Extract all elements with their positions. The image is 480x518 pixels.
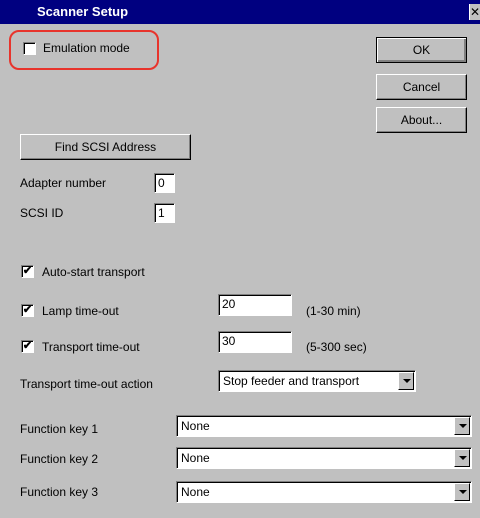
window-title: Scanner Setup [37, 4, 129, 19]
adapter-number-input[interactable]: 0 [154, 173, 175, 193]
transport-time-out-action-label: Transport time-out action [20, 377, 153, 391]
adapter-number-label: Adapter number [20, 176, 107, 190]
transport-time-out-checkbox[interactable]: ✔ [21, 340, 34, 353]
auto-start-transport-checkbox[interactable]: ✔ [21, 265, 34, 278]
function-key-3-value: None [181, 485, 210, 499]
transport-time-out-label: Transport time-out [42, 340, 140, 354]
transport-time-out-input[interactable]: 30 [218, 331, 292, 353]
lamp-time-out-input[interactable]: 20 [218, 294, 292, 316]
function-key-1-value: None [181, 419, 210, 433]
emulation-mode-checkbox[interactable] [23, 42, 36, 55]
close-icon[interactable]: ✕ [469, 4, 480, 20]
lamp-time-out-checkbox[interactable]: ✔ [21, 304, 34, 317]
function-key-1-label: Function key 1 [20, 422, 99, 436]
function-key-2-label: Function key 2 [20, 452, 99, 466]
cancel-button[interactable]: Cancel [376, 74, 467, 100]
ok-button[interactable]: OK [376, 37, 467, 63]
lamp-time-out-range: (1-30 min) [306, 304, 361, 318]
emulation-mode-label: Emulation mode [43, 41, 130, 55]
transport-time-out-action-select[interactable]: Stop feeder and transport [218, 370, 416, 392]
auto-start-transport-label: Auto-start transport [42, 265, 145, 279]
emulation-mode-text: Emulation mode [43, 41, 130, 55]
function-key-2-select[interactable]: None [176, 447, 472, 469]
find-scsi-address-button[interactable]: Find SCSI Address [20, 134, 191, 160]
function-key-2-value: None [181, 451, 210, 465]
function-key-3-select[interactable]: None [176, 481, 472, 503]
function-key-1-select[interactable]: None [176, 415, 472, 437]
scsi-id-input[interactable]: 1 [154, 203, 175, 223]
chevron-down-icon[interactable] [454, 417, 470, 435]
lamp-time-out-label: Lamp time-out [42, 304, 119, 318]
chevron-down-icon[interactable] [398, 372, 414, 390]
transport-time-out-action-value: Stop feeder and transport [223, 374, 360, 388]
title-bar: Scanner Setup ✕ [0, 0, 480, 24]
transport-time-out-range: (5-300 sec) [306, 340, 367, 354]
scsi-id-label: SCSI ID [20, 206, 64, 220]
about-button[interactable]: About... [376, 107, 467, 133]
chevron-down-icon[interactable] [454, 483, 470, 501]
scanner-setup-dialog: Scanner Setup ✕ Emulation mode OK Cancel… [0, 0, 480, 518]
function-key-3-label: Function key 3 [20, 485, 99, 499]
chevron-down-icon[interactable] [454, 449, 470, 467]
